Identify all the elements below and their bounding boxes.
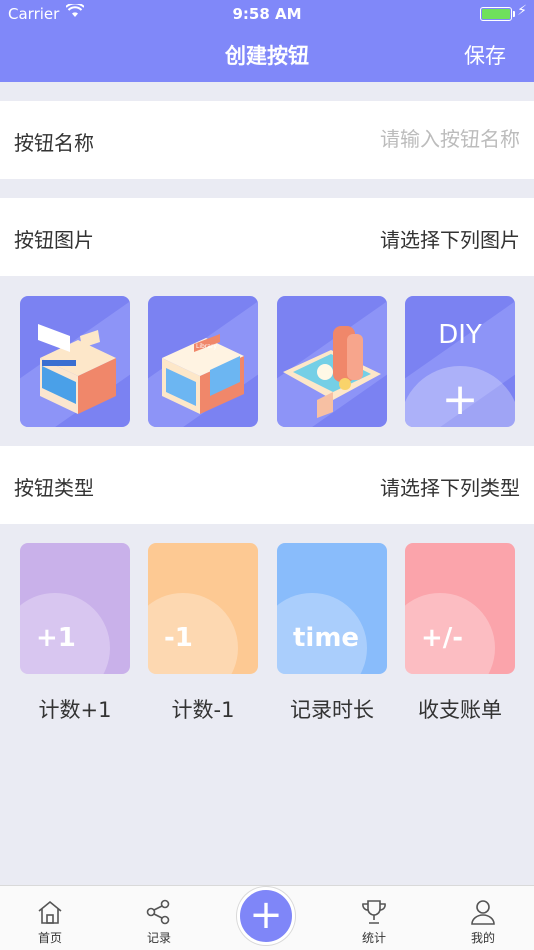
- type-option-count-minus[interactable]: -1: [148, 543, 258, 674]
- tab-profile[interactable]: 我的: [443, 886, 523, 950]
- library-building-illustration: Library: [162, 334, 244, 414]
- clock: 9:58 AM: [232, 5, 302, 23]
- type-hint: 请选择下列类型: [380, 476, 520, 500]
- type-badge: time: [293, 623, 360, 653]
- tab-records[interactable]: 记录: [119, 886, 199, 950]
- image-option-diy[interactable]: DIY +: [405, 296, 515, 427]
- type-option-label: 计数+1: [38, 698, 112, 722]
- library-sign: Library: [196, 343, 217, 350]
- shop-building-illustration: [38, 324, 116, 414]
- image-option-water-park[interactable]: [277, 296, 387, 427]
- image-label: 按钮图片: [14, 228, 94, 252]
- user-icon: [469, 898, 497, 930]
- tab-label: 记录: [146, 931, 171, 945]
- image-option-library[interactable]: Library: [148, 296, 258, 427]
- type-row: 按钮类型 请选择下列类型: [0, 446, 534, 524]
- tab-label: 我的: [470, 931, 495, 945]
- type-option-label: 计数-1: [171, 698, 235, 722]
- share-icon: [145, 898, 173, 930]
- battery-icon: [480, 7, 515, 21]
- status-bar: Carrier 9:58 AM ⚡: [0, 0, 534, 26]
- image-row: 按钮图片 请选择下列图片: [0, 198, 534, 276]
- tab-label: 首页: [37, 931, 62, 945]
- charging-icon: ⚡: [517, 3, 527, 19]
- type-badge: -1: [164, 623, 193, 653]
- type-option-count-plus[interactable]: +1: [20, 543, 130, 674]
- tab-home[interactable]: 首页: [10, 886, 90, 950]
- page-title: 创建按钮: [225, 44, 309, 68]
- name-label: 按钮名称: [14, 131, 94, 155]
- add-record-button[interactable]: +: [237, 887, 295, 945]
- trophy-icon: [360, 898, 388, 930]
- type-badge: +1: [36, 623, 76, 653]
- type-option-label: 收支账单: [418, 698, 502, 722]
- name-input[interactable]: [320, 127, 520, 151]
- type-option-label: 记录时长: [290, 698, 374, 722]
- navigation-bar: Carrier 9:58 AM ⚡ 创建按钮 保存: [0, 0, 534, 82]
- home-icon: [36, 898, 64, 930]
- type-label: 按钮类型: [14, 476, 94, 500]
- tab-statistics[interactable]: 统计: [334, 886, 414, 950]
- save-button[interactable]: 保存: [464, 40, 506, 70]
- water-park-illustration: [283, 326, 381, 418]
- type-option-time[interactable]: time: [277, 543, 387, 674]
- image-option-shop[interactable]: [20, 296, 130, 427]
- diy-label: DIY: [438, 320, 482, 350]
- diy-add-icon: +: [441, 374, 479, 425]
- tab-label: 统计: [361, 931, 386, 945]
- image-hint: 请选择下列图片: [380, 228, 520, 252]
- name-row: 按钮名称: [0, 101, 534, 179]
- type-option-ledger[interactable]: +/-: [405, 543, 515, 674]
- type-badge: +/-: [421, 623, 464, 653]
